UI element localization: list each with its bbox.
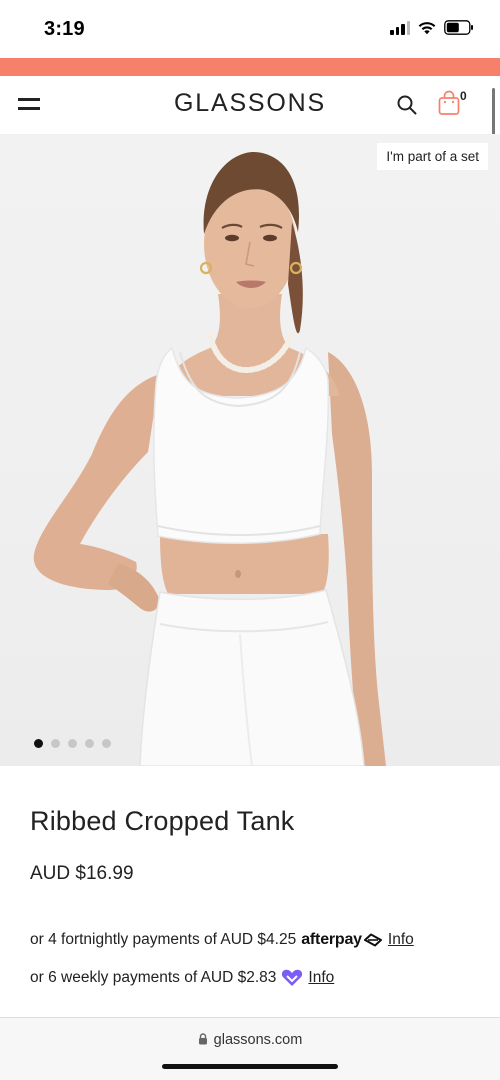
afterpay-text: or 4 fortnightly payments of AUD $4.25 [30,931,297,948]
browser-address-bar[interactable]: glassons.com [0,1017,500,1080]
product-price: AUD $16.99 [30,863,134,884]
home-indicator[interactable] [162,1064,338,1069]
afterpay-wordmark: afterpay [301,931,362,948]
url-display[interactable]: glassons.com [0,1032,500,1048]
laybuy-text: or 6 weekly payments of AUD $2.83 [30,969,277,986]
wifi-icon [418,22,436,35]
status-bar: 3:19 [0,0,500,58]
product-image[interactable]: I'm part of a set [0,134,500,766]
afterpay-info-link[interactable]: Info [388,931,414,949]
shopping-bag-icon[interactable] [437,90,461,118]
status-icons [390,20,474,35]
afterpay-logo: afterpay [301,931,362,949]
laybuy-heart-icon [282,969,303,986]
afterpay-row: or 4 fortnightly payments of AUD $4.25 a… [30,931,414,949]
part-of-set-badge[interactable]: I'm part of a set [377,143,488,170]
carousel-dot[interactable] [102,739,111,748]
carousel-dot[interactable] [34,739,43,748]
model-photo [33,152,386,766]
laybuy-info-link[interactable]: Info [308,969,334,987]
carousel-dot[interactable] [51,739,60,748]
site-header: GLASSONS 0 [0,76,500,134]
cart-count: 0 [460,89,467,103]
signal-icon [390,20,410,35]
search-icon[interactable] [396,94,418,116]
site-logo[interactable]: GLASSONS [0,89,500,118]
carousel-dot[interactable] [85,739,94,748]
promo-strip [0,58,500,76]
product-title: Ribbed Cropped Tank [30,806,295,836]
lock-icon [198,1033,207,1045]
status-time: 3:19 [44,18,85,40]
url-text: glassons.com [213,1032,303,1048]
carousel-dots [34,739,111,748]
afterpay-arrows-icon [363,933,382,947]
carousel-dot[interactable] [68,739,77,748]
laybuy-row: or 6 weekly payments of AUD $2.83 Info [30,969,334,987]
battery-icon [444,20,473,35]
